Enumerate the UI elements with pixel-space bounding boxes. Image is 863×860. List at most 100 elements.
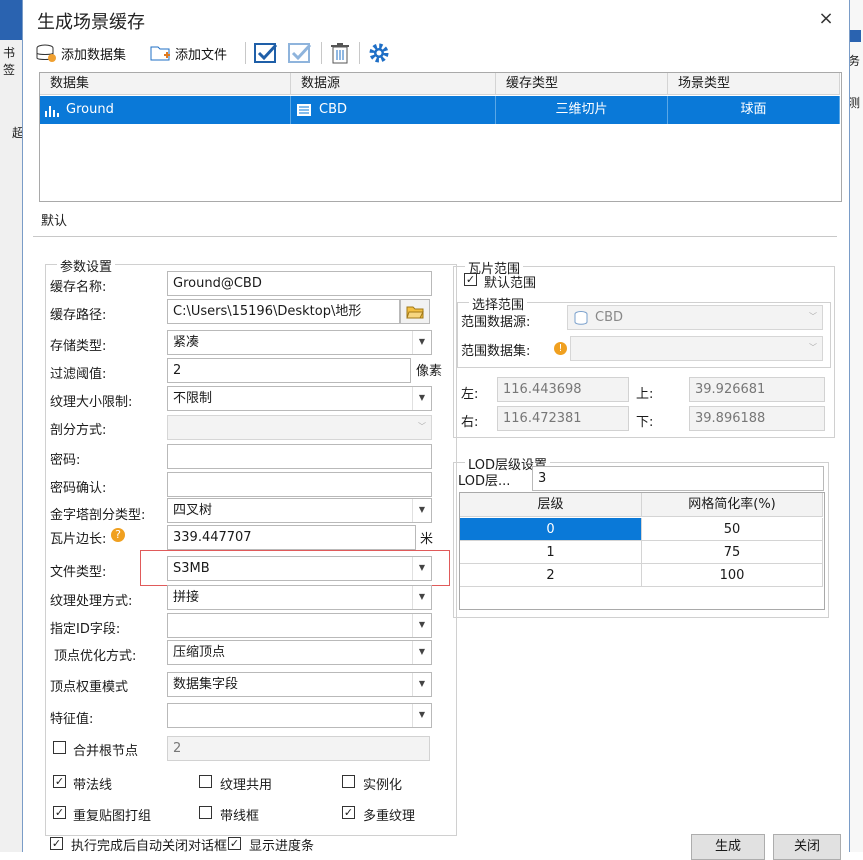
feature-value-combo[interactable]: ▼	[167, 703, 432, 728]
file-type-value: S3MB	[173, 561, 210, 576]
default-range-checkbox[interactable]: ✓	[464, 273, 477, 286]
lod-cell-rate[interactable]: 50	[642, 518, 823, 541]
merge-root-checkbox[interactable]	[53, 741, 66, 754]
vertex-optimize-value: 压缩顶点	[173, 645, 226, 660]
dropdown-arrow-icon: ▼	[412, 499, 431, 522]
dataset-grid[interactable]: 数据集 数据源 缓存类型 场景类型 Ground CBD 三维切片 球面	[39, 72, 842, 202]
dropdown-arrow-icon: ﹀	[418, 422, 426, 431]
merge-root-input: 2	[167, 736, 430, 761]
lod-cell-rate[interactable]: 100	[642, 564, 823, 587]
cache-path-input[interactable]: C:\Users\15196\Desktop\地形	[167, 299, 400, 324]
texture-mode-value: 拼接	[173, 590, 200, 605]
split-mode-label: 剖分方式:	[50, 423, 107, 438]
texture-share-checkbox[interactable]	[199, 775, 212, 788]
toolbar-separator	[245, 42, 246, 64]
invert-selection-button[interactable]	[287, 40, 313, 66]
warning-icon: !	[554, 342, 567, 355]
pyramid-type-combo[interactable]: 四叉树 ▼	[167, 498, 432, 523]
password-confirm-input[interactable]	[167, 472, 432, 497]
vertex-weight-label: 顶点权重模式	[50, 680, 129, 695]
dropdown-arrow-icon: ▼	[412, 586, 431, 609]
wireframe-checkbox[interactable]	[199, 806, 212, 819]
vertex-optimize-combo[interactable]: 压缩顶点 ▼	[167, 640, 432, 665]
range-dataset-label: 范围数据集:	[461, 344, 531, 359]
wireframe-label: 带线框	[220, 809, 260, 824]
row-dataset-name: Ground	[66, 102, 114, 117]
filter-threshold-unit: 像素	[416, 364, 443, 379]
password-input[interactable]	[167, 444, 432, 469]
tile-side-unit: 米	[420, 532, 434, 547]
bg-label-bookmarks: 书签	[3, 46, 16, 77]
cache-name-input[interactable]: Ground@CBD	[167, 271, 432, 296]
toolbar-separator	[321, 42, 322, 64]
database-add-icon	[36, 44, 56, 62]
grid-cell-dataset[interactable]: Ground	[40, 96, 291, 124]
tile-side-label: 瓦片边长:	[50, 532, 107, 547]
show-progress-checkbox[interactable]: ✓	[228, 837, 241, 850]
id-field-label: 指定ID字段:	[50, 622, 121, 637]
filter-threshold-input[interactable]: 2	[167, 358, 411, 383]
close-icon[interactable]: ×	[815, 8, 837, 30]
dropdown-arrow-icon: ▼	[412, 641, 431, 664]
dropdown-arrow-icon: ﹀	[809, 343, 817, 352]
instancing-checkbox[interactable]	[342, 775, 355, 788]
lod-header-rate[interactable]: 网格简化率(%)	[642, 493, 823, 517]
right-input: 116.472381	[497, 406, 629, 431]
pyramid-type-label: 金字塔剖分类型:	[50, 508, 146, 523]
add-file-button[interactable]: 添加文件	[149, 40, 227, 66]
normals-checkbox[interactable]: ✓	[53, 775, 66, 788]
grid-header-cache-type[interactable]: 缓存类型	[496, 73, 668, 95]
lod-cell-level[interactable]: 2	[460, 564, 642, 587]
settings-button[interactable]	[367, 40, 391, 66]
cache-path-label: 缓存路径:	[50, 308, 107, 323]
dropdown-arrow-icon: ▼	[412, 704, 431, 727]
gear-icon	[369, 43, 389, 63]
tile-side-input[interactable]: 339.447707	[167, 525, 416, 550]
select-all-button[interactable]	[253, 40, 279, 66]
texture-size-combo[interactable]: 不限制 ▼	[167, 386, 432, 411]
lod-header-level[interactable]: 层级	[460, 493, 642, 517]
range-datasource-combo: CBD ﹀	[567, 305, 823, 330]
storage-type-combo[interactable]: 紧凑 ▼	[167, 330, 432, 355]
browse-folder-button[interactable]	[400, 299, 430, 324]
lod-table[interactable]: 层级 网格简化率(%) 0 50 1 75 2 100	[459, 492, 825, 610]
texture-mode-combo[interactable]: 拼接 ▼	[167, 585, 432, 610]
texture-share-label: 纹理共用	[220, 778, 273, 793]
repeat-texture-checkbox[interactable]: ✓	[53, 806, 66, 819]
param-group-title: 参数设置	[57, 256, 116, 275]
auto-close-checkbox[interactable]: ✓	[50, 837, 63, 850]
dropdown-arrow-icon: ▼	[412, 673, 431, 696]
help-icon[interactable]: ?	[111, 528, 125, 542]
multi-texture-checkbox[interactable]: ✓	[342, 806, 355, 819]
database-icon	[574, 310, 588, 325]
id-field-combo[interactable]: ▼	[167, 613, 432, 638]
grid-cell-cache-type[interactable]: 三维切片	[496, 96, 668, 124]
dropdown-arrow-icon: ▼	[412, 614, 431, 637]
file-type-label: 文件类型:	[50, 565, 107, 580]
password-label: 密码:	[50, 453, 81, 468]
auto-close-label: 执行完成后自动关闭对话框	[71, 839, 228, 854]
delete-button[interactable]	[328, 40, 352, 66]
lod-cell-rate[interactable]: 75	[642, 541, 823, 564]
range-datasource-value: CBD	[595, 310, 624, 325]
grid-header-datasource[interactable]: 数据源	[291, 73, 496, 95]
repeat-texture-label: 重复贴图打组	[73, 809, 152, 824]
lod-cell-level[interactable]: 0	[460, 518, 642, 541]
tab-default[interactable]: 默认	[41, 210, 67, 229]
generate-button[interactable]: 生成	[691, 834, 765, 860]
lod-layers-input[interactable]: 3	[532, 466, 824, 491]
close-button[interactable]: 关闭	[773, 834, 841, 860]
grid-cell-scene-type[interactable]: 球面	[668, 96, 840, 124]
grid-header-dataset[interactable]: 数据集	[40, 73, 291, 95]
add-dataset-button[interactable]: 添加数据集	[35, 40, 126, 66]
grid-header-scene-type[interactable]: 场景类型	[668, 73, 840, 95]
top-input: 39.926681	[689, 377, 825, 402]
check-all-icon	[254, 43, 278, 63]
merge-root-label: 合并根节点	[73, 744, 139, 759]
range-datasource-label: 范围数据源:	[461, 315, 531, 330]
grid-cell-datasource[interactable]: CBD	[291, 96, 496, 124]
dropdown-arrow-icon: ▼	[412, 331, 431, 354]
lod-cell-level[interactable]: 1	[460, 541, 642, 564]
vertex-weight-combo[interactable]: 数据集字段 ▼	[167, 672, 432, 697]
file-type-combo[interactable]: S3MB ▼	[167, 556, 432, 581]
